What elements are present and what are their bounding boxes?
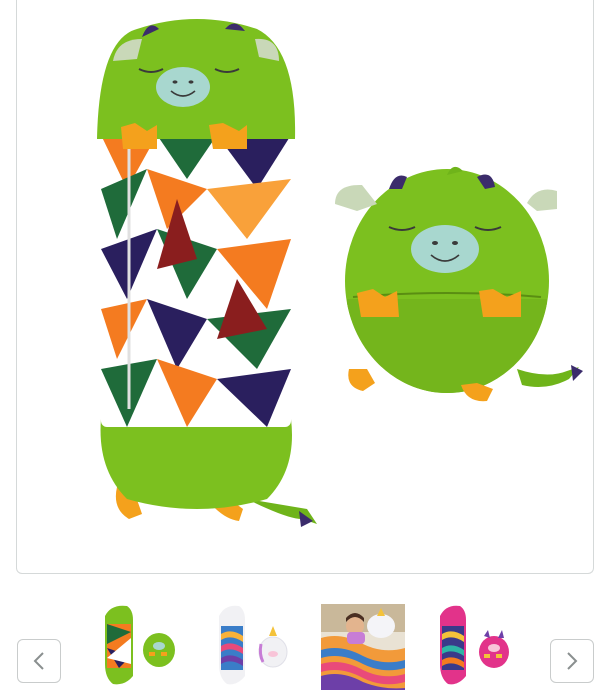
pink-dragon-thumbnail	[432, 604, 516, 690]
child-in-sleeping-bag-thumbnail	[321, 604, 405, 690]
unicorn-thumbnail	[211, 604, 295, 690]
thumbnail-green-dragon[interactable]	[99, 604, 183, 690]
dragon-sleeping-bag-image	[97, 19, 583, 527]
thumbnail-pink-dragon[interactable]	[432, 604, 516, 690]
thumbnail-unicorn[interactable]	[211, 604, 295, 690]
chevron-right-icon	[567, 652, 578, 670]
thumbnail-child-in-bag[interactable]	[321, 604, 405, 690]
chevron-left-icon	[33, 652, 44, 670]
next-image-button[interactable]	[550, 639, 594, 683]
main-product-image[interactable]	[16, 0, 594, 574]
previous-image-button[interactable]	[17, 639, 61, 683]
green-dragon-thumbnail	[99, 604, 183, 690]
